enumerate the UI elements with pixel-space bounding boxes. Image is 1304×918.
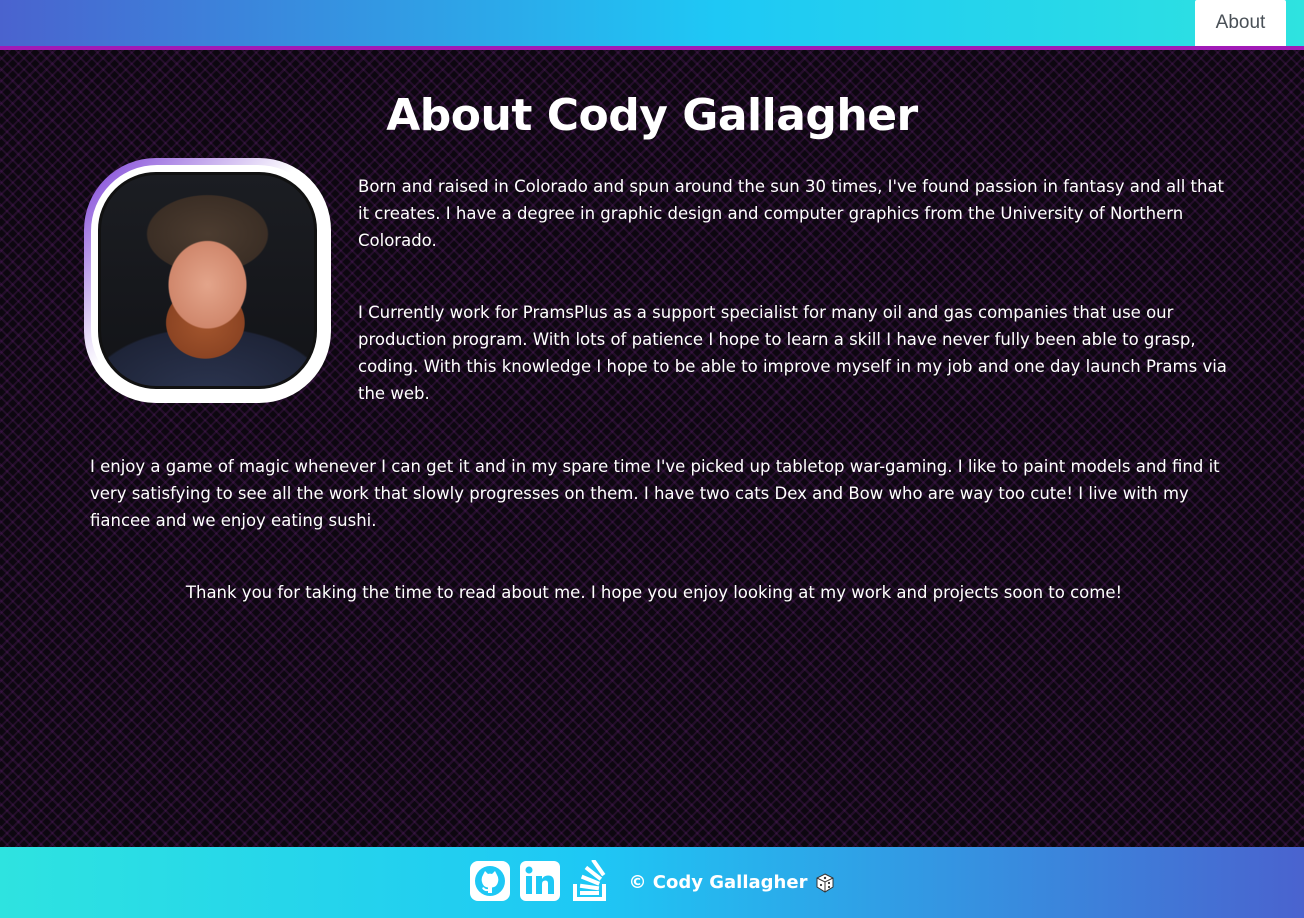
- profile-photo-frame: [84, 158, 331, 403]
- profile-photo: [98, 172, 317, 389]
- bio-paragraph-thanks: Thank you for taking the time to read ab…: [185, 583, 1123, 602]
- bio-paragraph-hobbies: I enjoy a game of magic whenever I can g…: [90, 457, 1220, 530]
- bio-paragraph-work: I Currently work for PramsPlus as a supp…: [358, 303, 1227, 403]
- dice-icon: [815, 872, 835, 893]
- stackoverflow-link[interactable]: [569, 857, 611, 906]
- footer: © Cody Gallagher: [0, 847, 1304, 918]
- bio-paragraph-origin: Born and raised in Colorado and spun aro…: [358, 177, 1225, 250]
- stackoverflow-icon: [569, 857, 611, 906]
- linkedin-link[interactable]: [519, 860, 561, 906]
- top-navbar: About: [0, 0, 1304, 50]
- nav-tab-about[interactable]: About: [1195, 0, 1286, 46]
- copyright-text: © Cody Gallagher: [628, 872, 808, 893]
- linkedin-icon: [519, 860, 561, 906]
- github-icon: [469, 860, 511, 906]
- github-link[interactable]: [469, 860, 511, 906]
- copyright-notice: © Cody Gallagher: [629, 872, 836, 893]
- profile-photo-ring: [91, 165, 324, 396]
- page-title: About Cody Gallagher: [386, 90, 918, 141]
